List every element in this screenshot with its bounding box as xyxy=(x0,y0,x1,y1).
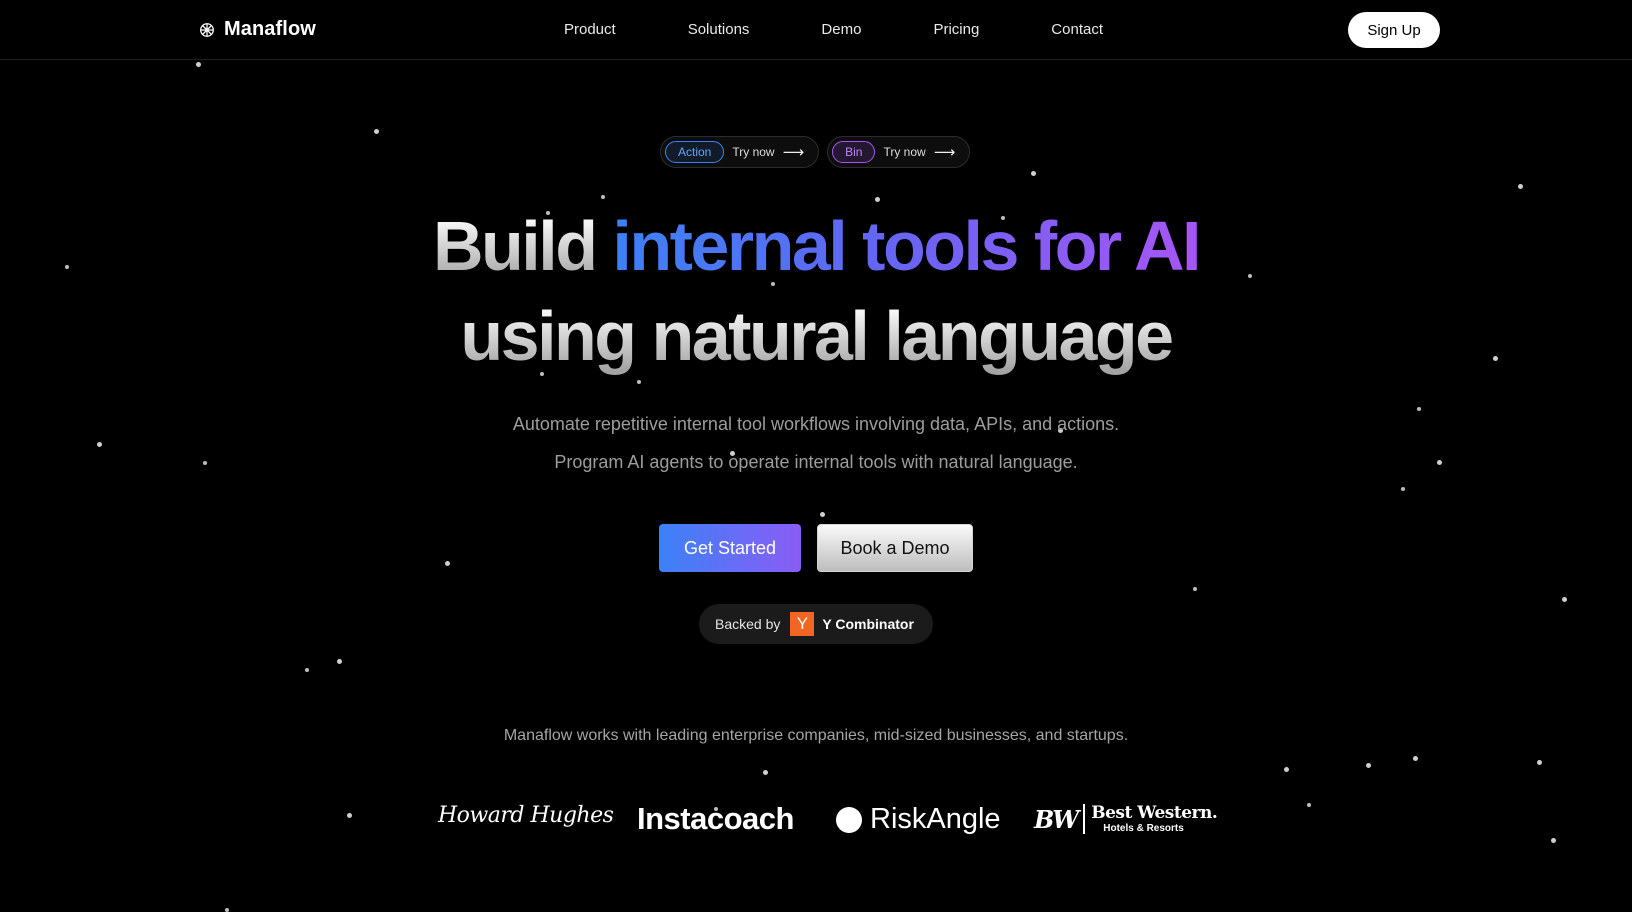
action-pill[interactable]: Action Try now ⟶ xyxy=(660,136,820,168)
nav-link-solutions[interactable]: Solutions xyxy=(688,21,750,38)
backed-by-badge[interactable]: Backed by Y Y Combinator xyxy=(699,604,933,644)
bin-pill[interactable]: Bin Try now ⟶ xyxy=(827,136,971,168)
headline-plain: Build xyxy=(432,207,613,285)
riskangle-logo: RiskAngle xyxy=(836,803,1001,836)
nav-link-contact[interactable]: Contact xyxy=(1051,21,1103,38)
bw-subtitle: Hotels & Resorts xyxy=(1103,822,1184,834)
instacoach-logo: Instacoach xyxy=(637,801,794,836)
backed-by-label: Backed by xyxy=(715,616,781,632)
bw-title: Best Western. xyxy=(1091,802,1218,823)
nav-link-pricing[interactable]: Pricing xyxy=(933,21,979,38)
bw-mark: BW xyxy=(1034,804,1079,834)
riskangle-circle-icon xyxy=(836,806,862,833)
get-started-button[interactable]: Get Started xyxy=(659,524,801,572)
brand-logo[interactable]: Manaflow xyxy=(198,18,316,41)
customers-intro: Manaflow works with leading enterprise c… xyxy=(503,727,1129,744)
arrow-right-icon: ⟶ xyxy=(933,144,956,161)
announcement-pills: Action Try now ⟶ Bin Try now ⟶ xyxy=(660,136,971,168)
best-western-logo: BW Best Western. Hotels & Resorts xyxy=(1034,802,1218,834)
riskangle-name: RiskAngle xyxy=(870,803,1001,835)
top-navbar: Manaflow Product Solutions Demo Pricing … xyxy=(0,0,1632,60)
nav-link-demo[interactable]: Demo xyxy=(821,21,861,38)
brand-name: Manaflow xyxy=(224,18,316,40)
hero-headline-line1: Build internal tools for AI xyxy=(0,206,1632,286)
hero-headline-line2: using natural language xyxy=(0,296,1632,376)
landing-page: Manaflow Product Solutions Demo Pricing … xyxy=(0,0,1632,912)
bin-tag: Bin xyxy=(832,141,876,163)
brain-icon xyxy=(200,22,214,37)
hero-subtitle-line1: Automate repetitive internal tool workfl… xyxy=(512,414,1120,434)
nav-links: Product Solutions Demo Pricing Contact xyxy=(564,21,1103,38)
bw-wordmark: Best Western. Hotels & Resorts xyxy=(1091,802,1218,834)
nav-link-product[interactable]: Product xyxy=(564,21,616,38)
arrow-right-icon: ⟶ xyxy=(782,144,805,161)
headline-line2: using natural language xyxy=(460,297,1174,375)
bin-try-now: Try now xyxy=(883,145,926,159)
action-tag: Action xyxy=(665,141,725,163)
sign-up-button[interactable]: Sign Up xyxy=(1348,12,1440,48)
hero-subtitle-line2: Program AI agents to operate internal to… xyxy=(554,452,1078,472)
book-demo-button[interactable]: Book a Demo xyxy=(817,524,973,572)
headline-highlight: internal tools for AI xyxy=(612,207,1201,285)
y-combinator-name: Y Combinator xyxy=(822,616,914,632)
howard-hughes-logo: Howard Hughes xyxy=(438,803,614,828)
y-combinator-logo-icon: Y xyxy=(790,612,815,636)
bw-separator xyxy=(1083,804,1086,834)
action-try-now: Try now xyxy=(732,145,775,159)
